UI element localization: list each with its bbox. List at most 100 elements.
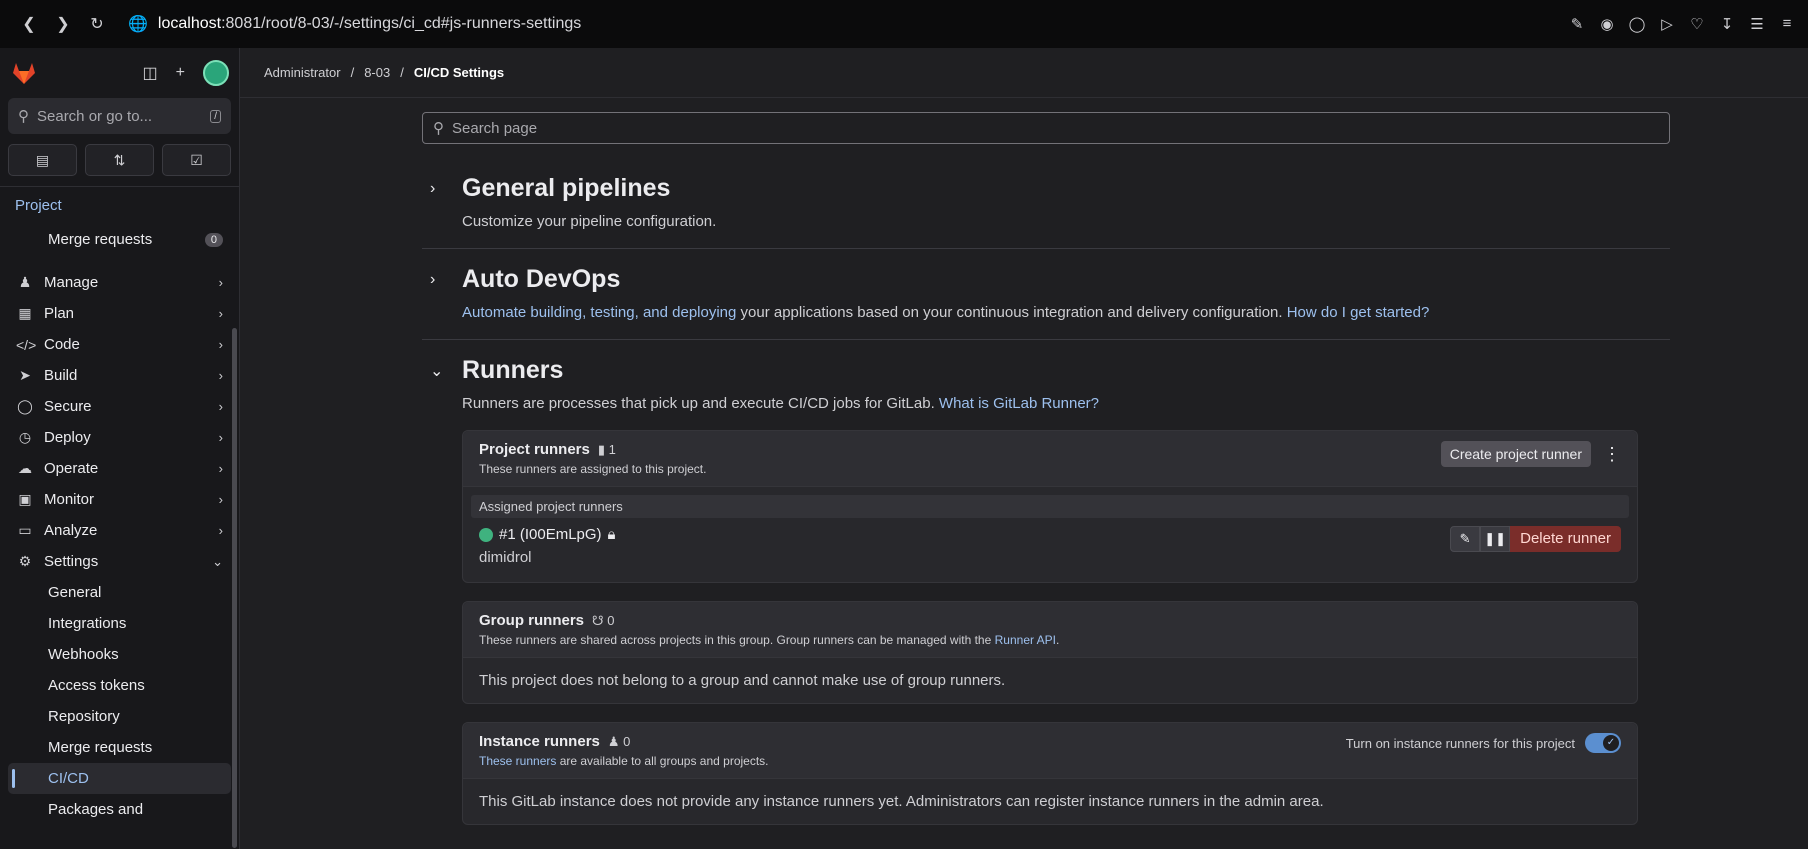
search-icon: ⚲	[433, 120, 444, 137]
create-project-runner-button[interactable]: Create project runner	[1440, 441, 1591, 467]
chevron-down-icon: ⌄	[212, 553, 223, 569]
play-icon[interactable]: ▷	[1658, 15, 1676, 33]
breadcrumb-project[interactable]: 8-03	[364, 65, 390, 80]
sidebar-item-label: Deploy	[44, 429, 91, 446]
subtitle-text: .	[1056, 633, 1060, 647]
sidebar-item-code[interactable]: </> Code ›	[8, 329, 231, 360]
sidebar-item-manage[interactable]: ♟ Manage ›	[8, 267, 231, 298]
users-icon: ♟	[18, 274, 32, 290]
sidebar-item-label: Merge requests	[48, 739, 153, 756]
download-icon[interactable]: ↧	[1718, 15, 1736, 33]
sidebar-toggle-icon[interactable]: ◫	[143, 63, 158, 83]
auto-devops-link[interactable]: Automate building, testing, and deployin…	[462, 304, 736, 321]
section-title[interactable]: General pipelines	[462, 174, 670, 203]
sidebar-item-label: Packages and	[48, 801, 144, 818]
rocket-icon: ➤	[19, 367, 31, 383]
forward-icon[interactable]: ❯	[46, 7, 80, 41]
kebab-menu-icon[interactable]: ⋮	[1603, 444, 1621, 465]
sidebar-item-ci-cd[interactable]: CI/CD	[8, 763, 231, 794]
breadcrumb: Administrator / 8-03 / CI/CD Settings	[240, 48, 1808, 98]
sidebar-item-deploy[interactable]: ◷ Deploy ›	[8, 422, 231, 453]
avatar[interactable]	[203, 60, 229, 86]
search-input[interactable]: ⚲ Search or go to... /	[8, 98, 231, 134]
breadcrumb-administrator[interactable]: Administrator	[264, 65, 341, 80]
breadcrumb-separator: /	[400, 65, 404, 80]
gear-icon: ⚙	[18, 553, 32, 569]
menu-icon[interactable]: ≡	[1778, 15, 1796, 33]
shortcut-key: /	[210, 109, 221, 123]
search-placeholder: Search or go to...	[37, 107, 153, 125]
chevron-right-icon: ›	[218, 275, 223, 290]
runner-count: ▮ 1	[598, 442, 616, 458]
sidebar-item-analyze[interactable]: ▭ Analyze ›	[8, 515, 231, 546]
sidebar-item-merge-requests-settings[interactable]: Merge requests	[8, 732, 231, 763]
sidebar-item-general[interactable]: General	[8, 577, 231, 608]
sidebar-item-operate[interactable]: ☁ Operate ›	[8, 453, 231, 484]
instance-runners-card: Instance runners ♟ 0 These runners are av…	[462, 722, 1638, 825]
edit-icon[interactable]: ✎	[1568, 15, 1586, 33]
sidebar-item-integrations[interactable]: Integrations	[8, 608, 231, 639]
count-value: 0	[623, 733, 631, 749]
auto-devops-desc: your applications based on your continuo…	[736, 304, 1287, 321]
sidebar-item-monitor[interactable]: ▣ Monitor ›	[8, 484, 231, 515]
group-runners-card: Group runners ☋ 0 These runners are share…	[462, 601, 1638, 704]
section-description: Customize your pipeline configuration.	[462, 213, 717, 230]
sidebar-item-label: Integrations	[48, 615, 127, 632]
gitlab-runner-link[interactable]: What is GitLab Runner?	[939, 395, 1099, 412]
globe-icon: 🌐	[128, 16, 148, 33]
section-title[interactable]: Auto DevOps	[462, 265, 620, 294]
chevron-right-icon: ›	[218, 523, 223, 538]
sidebar-item-label: Secure	[44, 398, 92, 415]
settings-icon[interactable]: ☰	[1748, 15, 1766, 33]
runner-name[interactable]: #1 (I00EmLpG)	[499, 526, 602, 543]
chevron-right-icon[interactable]: ›	[422, 180, 462, 198]
url-path: :8081/root/8-03/-/settings/ci_cd#js-runn…	[221, 15, 582, 32]
breadcrumb-current[interactable]: CI/CD Settings	[414, 65, 504, 80]
edit-runner-icon[interactable]: ✎	[1450, 526, 1481, 552]
search-page-input[interactable]: ⚲ Search page	[422, 112, 1670, 144]
back-icon[interactable]: ❮	[12, 7, 46, 41]
section-description: Automate building, testing, and deployin…	[462, 304, 1670, 321]
sidebar-item-webhooks[interactable]: Webhooks	[8, 639, 231, 670]
card-title: Project runners	[479, 441, 590, 458]
count-badge: 0	[204, 232, 223, 247]
merge-requests-icon[interactable]: ⇅	[85, 144, 154, 176]
instance-runners-toggle[interactable]: ✓	[1585, 733, 1621, 753]
chevron-down-icon[interactable]: ⌄	[422, 361, 462, 381]
users-icon: ♟	[607, 733, 624, 749]
delete-runner-button[interactable]: Delete runner	[1510, 526, 1621, 552]
heart-icon[interactable]: ♡	[1688, 15, 1706, 33]
instance-runners-message: This GitLab instance does not provide an…	[479, 793, 1324, 810]
sidebar-item-label: Monitor	[44, 491, 95, 508]
plus-icon[interactable]: +	[176, 64, 185, 82]
sidebar-item-label: Repository	[48, 708, 120, 725]
todo-icon[interactable]: ☑	[162, 144, 231, 176]
sidebar-item-settings[interactable]: ⚙ Settings ⌄	[8, 546, 231, 577]
pause-runner-icon[interactable]: ❚❚	[1480, 526, 1511, 552]
issues-icon[interactable]: ▤	[8, 144, 77, 176]
sidebar-item-secure[interactable]: ◯ Secure ›	[8, 391, 231, 422]
sidebar-item-build[interactable]: ➤ Build ›	[8, 360, 231, 391]
sidebar-item-label: Operate	[44, 460, 99, 477]
shield-icon[interactable]: ◯	[1628, 15, 1646, 33]
sidebar-item-label: Webhooks	[48, 646, 119, 663]
these-runners-link[interactable]: These runners	[479, 754, 556, 768]
camera-icon[interactable]: ◉	[1598, 15, 1616, 33]
runner-api-link[interactable]: Runner API	[995, 633, 1056, 647]
subtitle-text: are available to all groups and projects…	[556, 754, 769, 768]
sidebar-item-plan[interactable]: ▦ Plan ›	[8, 298, 231, 329]
sidebar-item-merge-requests[interactable]: Merge requests 0	[8, 224, 231, 255]
address-bar[interactable]: 🌐 localhost:8081/root/8-03/-/settings/ci…	[128, 14, 581, 34]
sidebar-item-access-tokens[interactable]: Access tokens	[8, 670, 231, 701]
cloud-icon: ☁	[18, 460, 32, 476]
get-started-link[interactable]: How do I get started?	[1287, 304, 1430, 321]
reload-icon[interactable]: ↻	[80, 7, 114, 41]
sidebar-item-packages[interactable]: Packages and	[8, 794, 231, 825]
runners-section: ⌄ Runners Runners are processes that pic…	[422, 340, 1670, 825]
sidebar-scrollbar[interactable]	[232, 328, 237, 848]
chevron-right-icon[interactable]: ›	[422, 271, 462, 289]
gitlab-logo-icon[interactable]	[10, 59, 38, 87]
sidebar-item-repository[interactable]: Repository	[8, 701, 231, 732]
code-icon: </>	[16, 336, 37, 353]
section-title[interactable]: Runners	[462, 356, 563, 385]
